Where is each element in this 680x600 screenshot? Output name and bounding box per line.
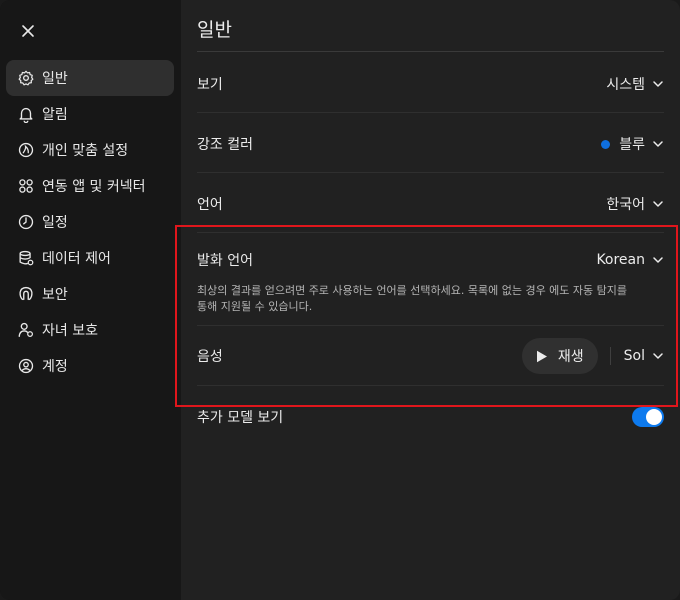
sidebar-item-general[interactable]: 일반: [6, 60, 174, 96]
chevron-down-icon: [652, 350, 664, 362]
voice-dropdown[interactable]: Sol: [624, 348, 664, 364]
account-icon: [17, 357, 35, 375]
voice-value: Sol: [623, 348, 645, 364]
spoken-language-description: 최상의 결과를 얻으려면 주로 사용하는 언어를 선택하세요. 목록에 없는 경…: [197, 284, 628, 313]
accent-value: 블루: [619, 137, 645, 153]
language-label: 언어: [197, 197, 223, 213]
sidebar-nav: 일반 알림 개인 맞춤 설정 연동 앱 및 커넥터 일정 데이터 제어 보안 자…: [6, 60, 174, 384]
sidebar-item-personalization[interactable]: 개인 맞춤 설정: [6, 132, 174, 168]
sidebar-item-account[interactable]: 계정: [6, 348, 174, 384]
personalization-icon: [17, 141, 35, 159]
accent-dropdown[interactable]: 블루: [601, 134, 664, 154]
sidebar-item-security[interactable]: 보안: [6, 276, 174, 312]
sidebar-item-label: 알림: [42, 107, 68, 123]
sidebar-item-data-controls[interactable]: 데이터 제어: [6, 240, 174, 276]
close-button[interactable]: [17, 20, 39, 42]
close-icon: [22, 25, 34, 37]
sidebar-item-label: 일정: [42, 215, 68, 231]
view-dropdown[interactable]: 시스템: [606, 74, 664, 94]
clock-icon: [17, 213, 35, 231]
chevron-down-icon: [652, 198, 664, 210]
chevron-down-icon: [652, 254, 664, 266]
divider: [197, 325, 664, 326]
divider: [197, 385, 664, 386]
parental-icon: [17, 321, 35, 339]
sidebar-item-label: 연동 앱 및 커넥터: [42, 179, 146, 195]
divider: [197, 172, 664, 173]
accent-label: 강조 컬러: [197, 137, 253, 153]
view-label: 보기: [197, 77, 223, 93]
chevron-down-icon: [652, 78, 664, 90]
spoken-language-label: 발화 언어: [197, 253, 253, 269]
play-icon: [536, 350, 547, 362]
security-icon: [17, 285, 35, 303]
sidebar-item-label: 자녀 보호: [42, 323, 98, 339]
additional-models-toggle[interactable]: [632, 407, 664, 427]
sidebar-item-label: 보안: [42, 287, 68, 303]
settings-main-panel: 일반 보기 시스템 강조 컬러 블루 언어 한국어 발화 언어 Korean 최…: [181, 0, 680, 600]
setting-row-view: 보기 시스템: [197, 72, 664, 96]
chevron-down-icon: [652, 138, 664, 150]
voice-controls: 재생 Sol: [521, 338, 664, 374]
language-value: 한국어: [606, 197, 645, 213]
divider: [197, 112, 664, 113]
voice-label: 음성: [197, 349, 223, 365]
sidebar-item-connectors[interactable]: 연동 앱 및 커넥터: [6, 168, 174, 204]
sidebar-item-label: 개인 맞춤 설정: [42, 143, 129, 159]
sidebar-item-schedule[interactable]: 일정: [6, 204, 174, 240]
language-dropdown[interactable]: 한국어: [606, 194, 664, 214]
settings-window: 일반 알림 개인 맞춤 설정 연동 앱 및 커넥터 일정 데이터 제어 보안 자…: [0, 0, 680, 600]
bell-icon: [17, 105, 35, 123]
divider: [197, 51, 664, 52]
setting-row-spoken-language: 발화 언어 Korean: [197, 248, 664, 272]
page-title: 일반: [197, 19, 232, 41]
play-voice-button[interactable]: 재생: [521, 338, 598, 374]
toggle-knob: [646, 409, 662, 425]
spoken-language-dropdown[interactable]: Korean: [596, 252, 664, 268]
setting-row-voice: 음성 재생 Sol: [197, 338, 664, 374]
spoken-language-value: Korean: [596, 252, 645, 268]
play-label: 재생: [557, 349, 584, 365]
sidebar-item-label: 일반: [42, 71, 68, 87]
additional-models-label: 추가 모델 보기: [197, 410, 284, 426]
setting-row-accent: 강조 컬러 블루: [197, 132, 664, 156]
setting-row-language: 언어 한국어: [197, 192, 664, 216]
accent-color-dot: [601, 139, 611, 149]
divider: [609, 347, 611, 365]
view-value: 시스템: [606, 77, 645, 93]
database-icon: [17, 249, 35, 267]
connectors-icon: [17, 177, 35, 195]
sidebar-item-label: 계정: [42, 359, 68, 375]
setting-row-additional-models: 추가 모델 보기: [197, 405, 664, 429]
sidebar: 일반 알림 개인 맞춤 설정 연동 앱 및 커넥터 일정 데이터 제어 보안 자…: [0, 0, 181, 600]
divider: [197, 232, 664, 233]
sidebar-item-label: 데이터 제어: [42, 251, 111, 267]
sidebar-item-parental-controls[interactable]: 자녀 보호: [6, 312, 174, 348]
sidebar-item-notifications[interactable]: 알림: [6, 96, 174, 132]
gear-icon: [17, 69, 35, 87]
